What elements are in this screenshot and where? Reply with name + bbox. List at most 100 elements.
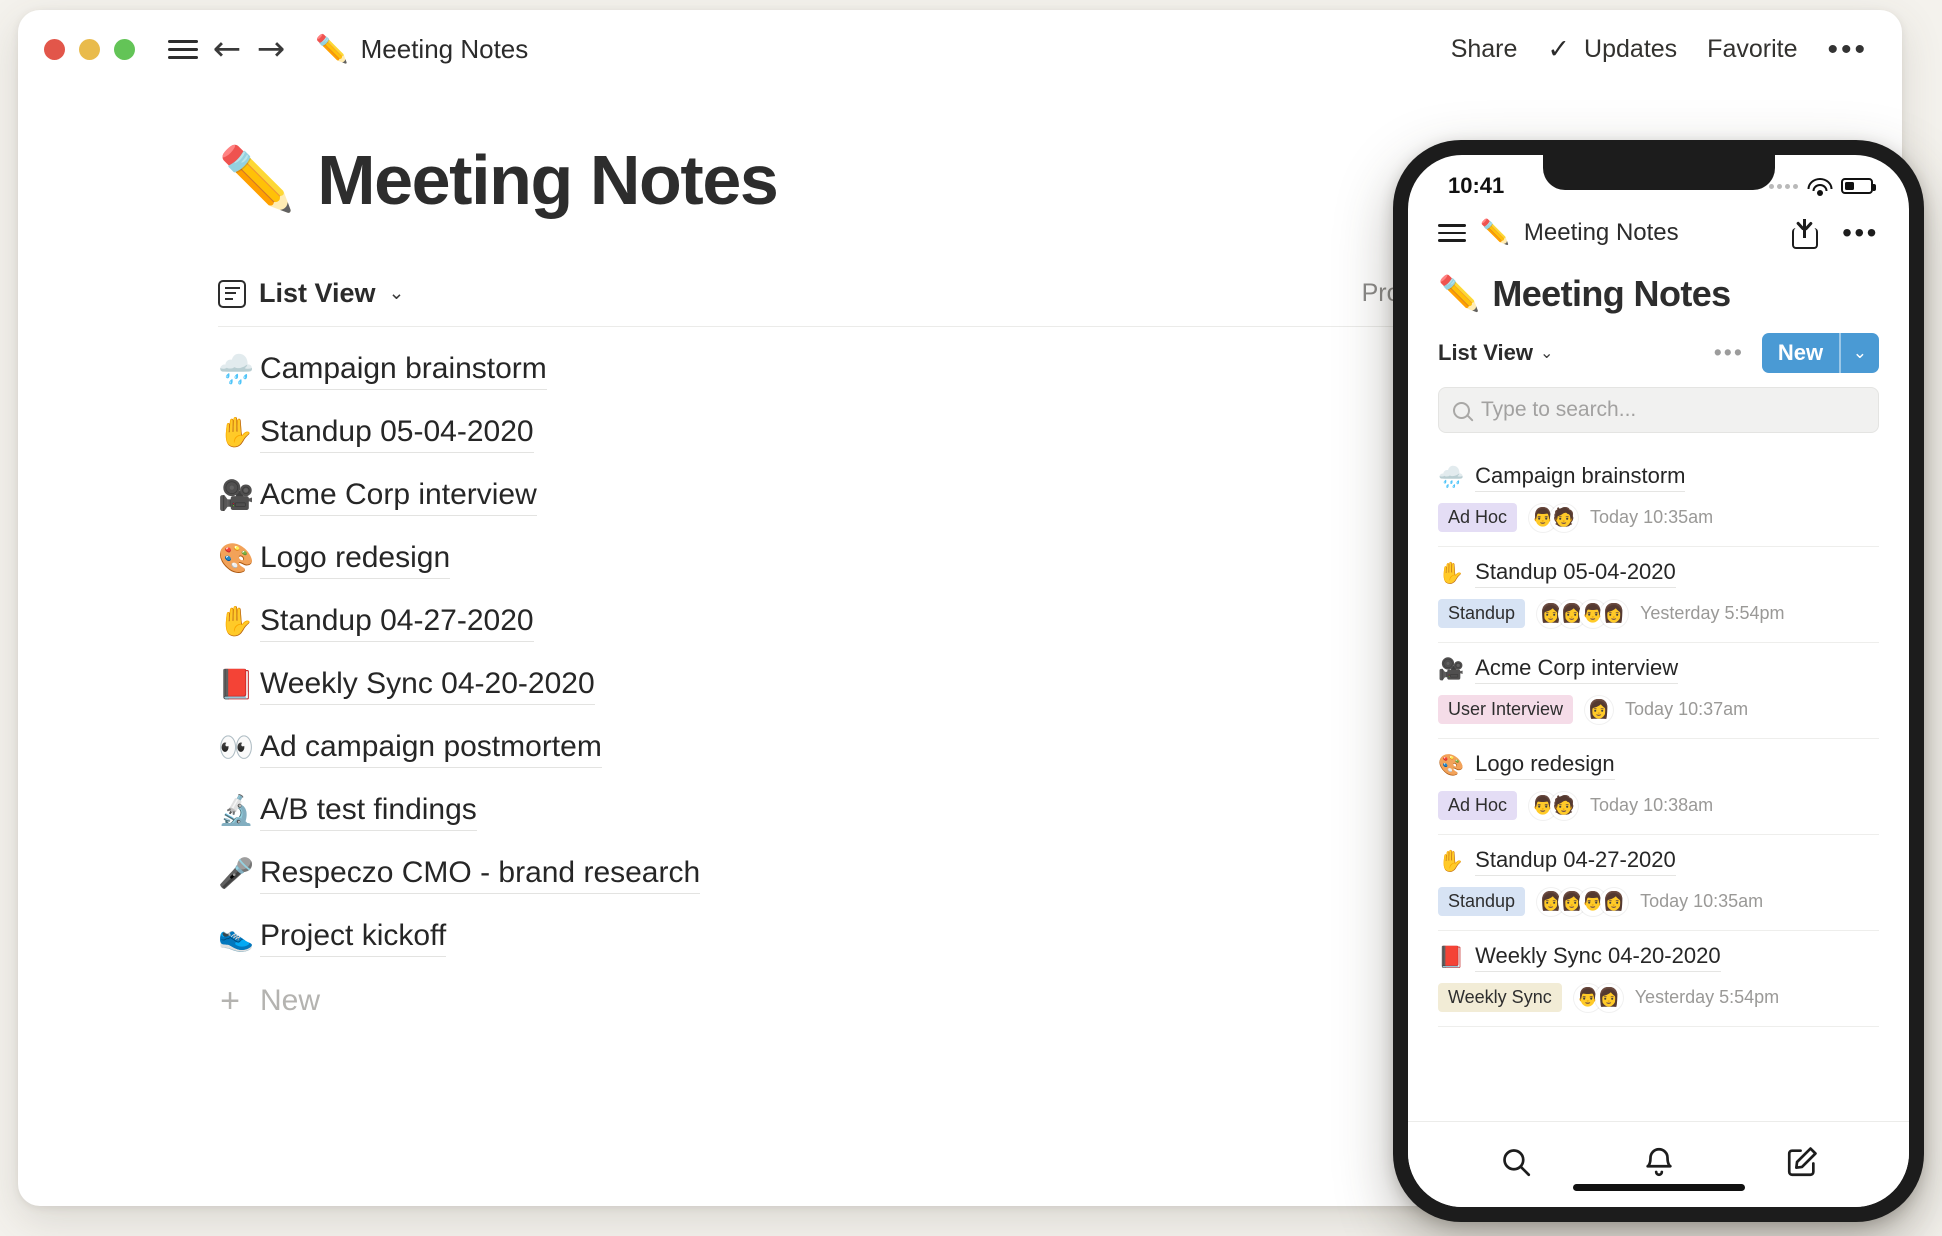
row-title[interactable]: Ad campaign postmortem: [260, 730, 602, 768]
status-time: 10:41: [1448, 173, 1505, 198]
avatar: 🧑: [1550, 503, 1579, 532]
pencil-icon: ✏️: [315, 33, 349, 64]
row-title[interactable]: Standup 05-04-2020: [1475, 559, 1676, 588]
close-window-button[interactable]: [44, 38, 65, 60]
maximize-window-button[interactable]: [114, 38, 135, 60]
more-options-icon[interactable]: •••: [1827, 34, 1868, 64]
phone-home-indicator: [1572, 1184, 1745, 1191]
timestamp: Yesterday 5:54pm: [1640, 603, 1785, 623]
status-badge[interactable]: Standup: [1438, 599, 1526, 628]
minimize-window-button[interactable]: [79, 38, 100, 60]
list-item-header: 🎥 Acme Corp interview: [1438, 655, 1879, 684]
row-emoji-icon: ✋: [1438, 850, 1465, 873]
row-title[interactable]: Logo redesign: [260, 541, 451, 579]
search-icon: [1502, 1149, 1530, 1177]
phone-view-more-icon[interactable]: •••: [1714, 341, 1744, 364]
share-button[interactable]: Share: [1451, 35, 1518, 64]
list-item[interactable]: ✋ Standup 05-04-2020 Standup 👩 👩 👨 👩 Yesterday …: [1438, 547, 1879, 643]
favorite-button[interactable]: Favorite: [1707, 35, 1797, 64]
status-indicators: [1769, 177, 1876, 196]
timestamp: Today 10:35am: [1590, 507, 1714, 527]
row-title[interactable]: Campaign brainstorm: [260, 352, 547, 390]
phone-menu-button[interactable]: [1438, 219, 1466, 247]
timestamp: Today 10:35am: [1640, 891, 1764, 911]
phone-search-input[interactable]: Type to search...: [1438, 387, 1879, 433]
status-badge[interactable]: Standup: [1438, 887, 1526, 916]
back-button[interactable]: ←: [205, 27, 249, 71]
row-emoji-icon: 🌧️: [1438, 466, 1465, 489]
phone-page-title: ✏️ Meeting Notes: [1408, 265, 1909, 333]
status-badge[interactable]: Weekly Sync: [1438, 983, 1562, 1012]
updates-button[interactable]: Updates: [1584, 35, 1677, 64]
row-emoji-icon: 📕: [1438, 946, 1465, 969]
timestamp: Today 10:37am: [1625, 699, 1749, 719]
row-title[interactable]: A/B test findings: [260, 793, 477, 831]
row-title[interactable]: Project kickoff: [260, 919, 447, 957]
list-item[interactable]: 🎥 Acme Corp interview User Interview 👩 Today…: [1438, 643, 1879, 739]
sidebar-toggle-button[interactable]: [161, 27, 205, 71]
row-emoji-icon: 🎤: [218, 858, 255, 890]
phone-new-button-chevron-down-icon[interactable]: ⌄: [1841, 333, 1879, 373]
row-title[interactable]: Weekly Sync 04-20-2020: [260, 667, 595, 705]
titlebar: ← → ✏️ Meeting Notes Share ✓ Updates Fav…: [18, 10, 1902, 88]
tab-search[interactable]: [1499, 1145, 1533, 1184]
tab-notifications[interactable]: [1642, 1145, 1676, 1184]
avatar-group: 👨🧑: [1529, 503, 1579, 532]
row-title[interactable]: Acme Corp interview: [1475, 655, 1679, 684]
page-icon-pencil-icon[interactable]: ✏️: [218, 149, 295, 211]
list-item[interactable]: ✋ Standup 04-27-2020 Standup 👩 👩 👨 👩 Today 10:3…: [1438, 835, 1879, 931]
row-title[interactable]: Respeczo CMO - brand research: [260, 856, 701, 894]
phone-new-button[interactable]: New ⌄: [1761, 333, 1879, 373]
row-emoji-icon: 🎨: [1438, 754, 1465, 777]
list-item-meta: Ad Hoc 👨 🧑 Today 10:38am: [1438, 791, 1879, 820]
phone-pencil-icon: ✏️: [1480, 219, 1510, 246]
list-item-header: 📕 Weekly Sync 04-20-2020: [1438, 943, 1879, 972]
phone-page-pencil-icon: ✏️: [1438, 275, 1481, 313]
status-badge[interactable]: Ad Hoc: [1438, 503, 1518, 532]
phone-search-placeholder: Type to search...: [1481, 398, 1637, 421]
phone-view-name-label[interactable]: List View: [1438, 340, 1533, 366]
window-controls: [44, 38, 135, 60]
phone-chevron-down-icon[interactable]: ⌄: [1540, 343, 1553, 363]
phone-header-actions: •••: [1792, 217, 1879, 249]
row-title[interactable]: Weekly Sync 04-20-2020: [1475, 943, 1721, 972]
list-item-meta: Standup 👩 👩 👨 👩 Yesterday 5:54pm: [1438, 599, 1879, 628]
list-item[interactable]: 📕 Weekly Sync 04-20-2020 Weekly Sync 👨 👩 Yest…: [1438, 931, 1879, 1027]
breadcrumb[interactable]: ✏️ Meeting Notes: [315, 34, 528, 65]
row-title[interactable]: Standup 04-27-2020: [260, 604, 534, 642]
avatar-group: 👩👩👨👩: [1537, 599, 1629, 628]
row-title[interactable]: Campaign brainstorm: [1475, 463, 1686, 492]
list-item[interactable]: 🌧️ Campaign brainstorm Ad Hoc 👨 🧑 Today 10:35…: [1438, 451, 1879, 547]
list-item-meta: User Interview 👩 Today 10:37am: [1438, 695, 1879, 724]
list-item-meta: Standup 👩 👩 👨 👩 Today 10:35am: [1438, 887, 1879, 916]
row-title[interactable]: Acme Corp interview: [260, 478, 537, 516]
avatar: 👩: [1594, 983, 1623, 1012]
avatar: 👩: [1585, 695, 1614, 724]
share-icon[interactable]: [1792, 217, 1819, 249]
view-name-label: List View: [259, 278, 376, 308]
row-title[interactable]: Standup 05-04-2020: [260, 415, 534, 453]
bell-icon: [1645, 1147, 1672, 1177]
phone-new-button-label: New: [1777, 340, 1824, 365]
avatar-group: 👩👩👨👩: [1537, 887, 1629, 916]
forward-button[interactable]: →: [249, 27, 293, 71]
phone-status-bar: 10:41: [1408, 155, 1909, 211]
breadcrumb-label: Meeting Notes: [360, 33, 529, 64]
avatar-group: 👩: [1585, 695, 1614, 724]
row-title[interactable]: Logo redesign: [1475, 751, 1615, 780]
wifi-icon: [1807, 177, 1832, 196]
view-selector[interactable]: List View ⌄: [218, 278, 404, 309]
phone-more-options-icon[interactable]: •••: [1842, 219, 1879, 247]
list-item-header: ✋ Standup 04-27-2020: [1438, 847, 1879, 876]
row-title[interactable]: Standup 04-27-2020: [1475, 847, 1676, 876]
tab-compose[interactable]: [1785, 1145, 1819, 1184]
avatar-group: 👨🧑: [1529, 791, 1579, 820]
avatar: 👩: [1600, 599, 1629, 628]
plus-icon: +: [220, 981, 240, 1020]
row-emoji-icon: 🔬: [218, 795, 255, 827]
list-item-header: ✋ Standup 05-04-2020: [1438, 559, 1879, 588]
list-item[interactable]: 🎨 Logo redesign Ad Hoc 👨 🧑 Today 10:38am: [1438, 739, 1879, 835]
status-badge[interactable]: Ad Hoc: [1438, 791, 1518, 820]
phone-mockup: 10:41 ✏️ Meeting Notes ••• ✏️ Meeting No…: [1393, 140, 1924, 1222]
status-badge[interactable]: User Interview: [1438, 695, 1574, 724]
